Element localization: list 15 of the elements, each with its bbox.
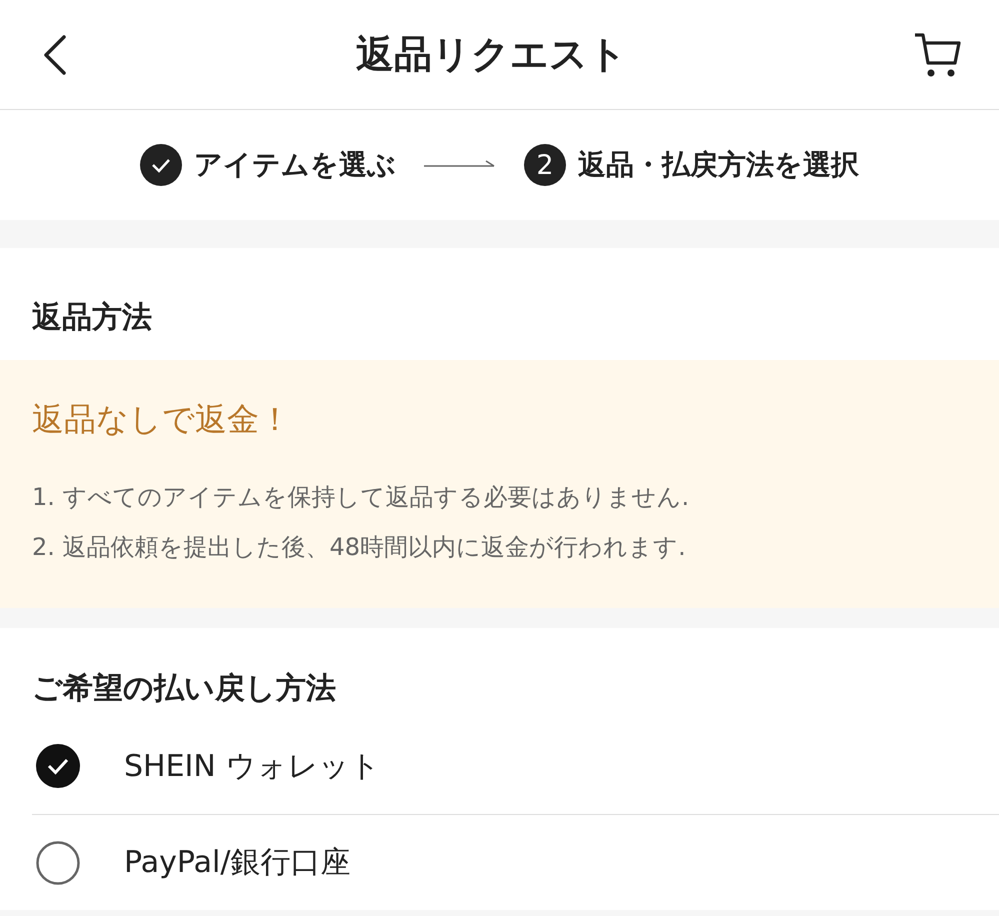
arrow-icon [424, 160, 496, 170]
notice-title: 返品なしで返金！ [32, 399, 292, 440]
notice-text: 2. 返品依頼を提出した後、48時間以内に返金が行われます. [32, 532, 687, 563]
section-title: ご希望の払い戻し方法 [32, 670, 337, 708]
step-label: アイテムを選ぶ [194, 147, 396, 183]
notice-text: 1. すべてのアイテムを保持して返品する必要はありません. [32, 482, 690, 513]
section-title: 返品方法 [31, 299, 153, 337]
step-number: 2 [524, 144, 566, 186]
cart-button[interactable] [913, 30, 963, 78]
step-label: 返品・払戻方法を選択 [578, 147, 859, 183]
page-title: 返品リクエスト [356, 31, 627, 78]
payment-option[interactable]: SHEIN ウォレット [32, 718, 999, 814]
check-icon [140, 144, 182, 186]
payment-option[interactable]: PayPal/銀行口座 [32, 814, 999, 910]
cart-icon [913, 30, 963, 78]
